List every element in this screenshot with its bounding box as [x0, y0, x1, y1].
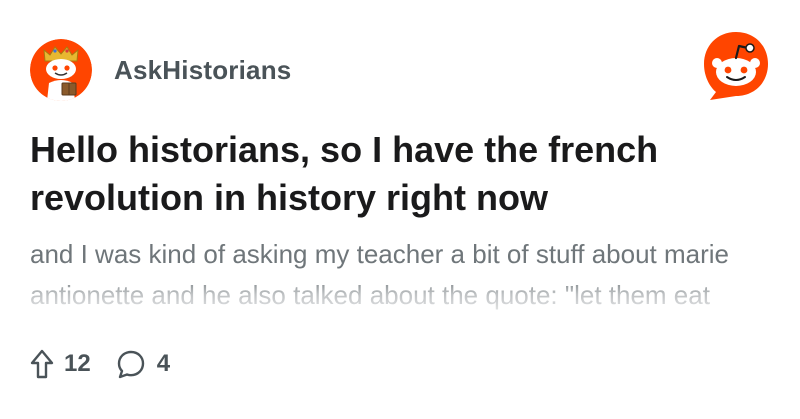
- reddit-logo-icon: [704, 32, 768, 100]
- askhistorians-snoo-avatar-icon: [30, 39, 92, 101]
- comment-bubble-icon: [115, 348, 147, 380]
- comment-count: 4: [156, 350, 171, 377]
- post-body-text: and I was kind of asking my teacher a bi…: [30, 239, 730, 326]
- post-actions: 12 4: [30, 346, 170, 382]
- post-title[interactable]: Hello historians, so I have the french r…: [30, 126, 770, 222]
- subreddit-name[interactable]: AskHistorians: [114, 55, 291, 86]
- post-header: AskHistorians: [30, 38, 291, 102]
- reddit-logo: [700, 30, 772, 102]
- post-body-preview[interactable]: and I was kind of asking my teacher a bi…: [30, 234, 770, 326]
- upvote-count: 12: [64, 350, 91, 377]
- comments-button[interactable]: 4: [115, 348, 170, 380]
- subreddit-avatar[interactable]: [30, 39, 92, 101]
- upvote-arrow-icon: [30, 349, 54, 379]
- upvote-button[interactable]: 12: [30, 349, 91, 379]
